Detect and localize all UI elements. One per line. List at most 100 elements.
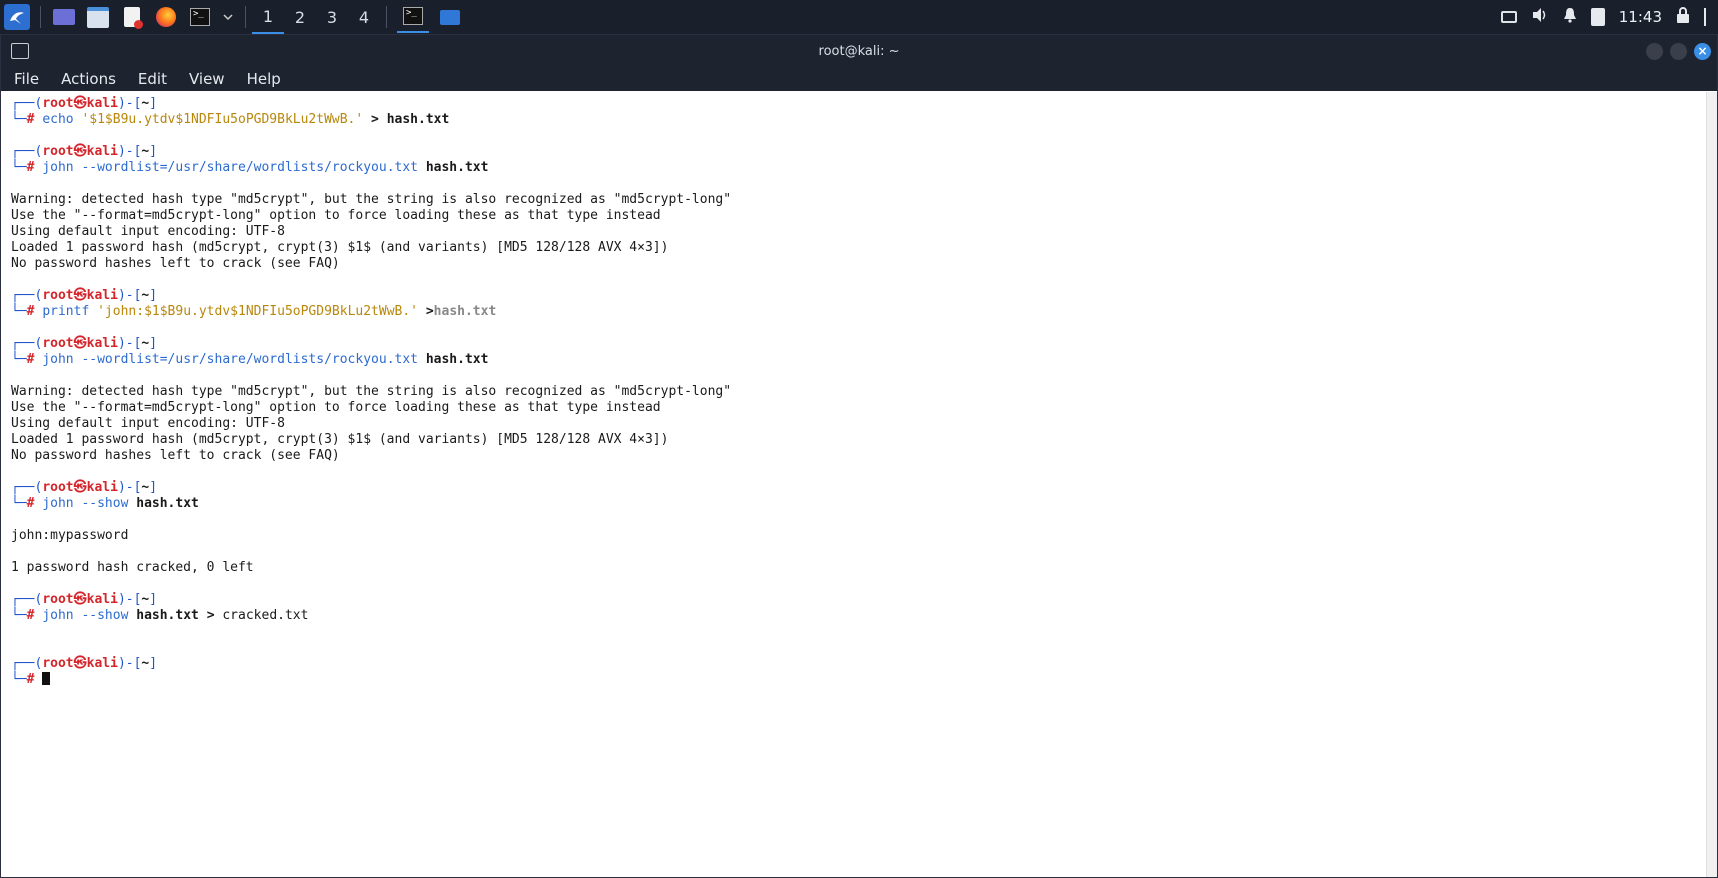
prompt-user-host: root㉿kali (42, 144, 118, 159)
scrollbar[interactable] (1706, 92, 1717, 877)
workspace-3[interactable]: 3 (316, 0, 348, 34)
workspace-2[interactable]: 2 (284, 0, 316, 34)
menu-edit[interactable]: Edit (125, 70, 176, 88)
command-file: hash.txt (136, 608, 199, 623)
menu-actions[interactable]: Actions (48, 70, 125, 88)
prompt-hash: # (26, 352, 43, 367)
desktop-icon[interactable] (51, 4, 77, 30)
command-line: └─# echo '$1$B9u.ytdv$1NDFIu5oPGD9BkLu2t… (11, 112, 1707, 128)
prompt-user-host: root㉿kali (42, 288, 118, 303)
prompt-bracket: ] (149, 592, 158, 607)
clock[interactable]: 11:43 (1619, 8, 1662, 26)
window-titlebar[interactable]: root@kali: ~ × (1, 35, 1717, 67)
volume-icon[interactable] (1531, 7, 1549, 27)
kali-menu-icon[interactable] (4, 4, 30, 30)
prompt-hash: # (26, 112, 43, 127)
maximize-button[interactable] (1670, 42, 1687, 60)
bell-icon[interactable] (1563, 7, 1577, 27)
command-args: --wordlist=/usr/share/wordlists/rockyou.… (81, 352, 418, 367)
prompt-bracket: ┌──( (11, 592, 43, 607)
terminal-window: root@kali: ~ × File Actions Edit View He… (0, 34, 1718, 878)
power-icon[interactable] (1704, 8, 1706, 26)
terminal-task-icon[interactable]: >_ (397, 1, 429, 33)
output-line: Loaded 1 password hash (md5crypt, crypt(… (11, 432, 669, 447)
prompt-bracket: )-[ (117, 480, 142, 495)
output-line: Warning: detected hash type "md5crypt", … (11, 384, 732, 399)
prompt-line: ┌──(root㉿kali)-[~] (11, 336, 1707, 352)
prompt-bracket: ┌──( (11, 144, 43, 159)
prompt-bracket: ] (149, 336, 158, 351)
command-line: └─# john --wordlist=/usr/share/wordlists… (11, 352, 1707, 368)
command-string: '$1$B9u.ytdv$1NDFIu5oPGD9BkLu2tWwB.' (81, 112, 364, 127)
command-args: --show (81, 608, 129, 623)
prompt-line: ┌──(root㉿kali)-[~] (11, 656, 1707, 672)
chevron-down-icon[interactable] (221, 4, 235, 30)
terminal-launcher-icon[interactable]: >_ (187, 4, 213, 30)
output-line: No password hashes left to crack (see FA… (11, 256, 340, 271)
prompt-bracket: ] (149, 288, 158, 303)
workspace-4[interactable]: 4 (348, 0, 380, 34)
prompt-bracket: └─ (11, 672, 27, 687)
command-file: hash.txt (433, 304, 497, 319)
firefox-icon[interactable] (153, 4, 179, 30)
prompt-bracket: )-[ (117, 288, 142, 303)
menu-view[interactable]: View (176, 70, 234, 88)
terminal-window-icon (11, 43, 29, 59)
folder-task-icon[interactable] (437, 4, 463, 30)
terminal-output[interactable]: ┌──(root㉿kali)-[~] └─# echo '$1$B9u.ytdv$… (1, 92, 1707, 877)
workspace-1[interactable]: 1 (252, 0, 284, 34)
terminal-cursor (42, 672, 51, 685)
prompt-line: ┌──(root㉿kali)-[~] (11, 480, 1707, 496)
output-line: Use the "--format=md5crypt-long" option … (11, 400, 661, 415)
taskbar-separator (245, 6, 246, 28)
output-line: Warning: detected hash type "md5crypt", … (11, 192, 732, 207)
prompt-bracket: ] (149, 144, 158, 159)
prompt-hash: # (26, 160, 43, 175)
prompt-bracket: ┌──( (11, 96, 43, 111)
output-line: 1 password hash cracked, 0 left (11, 560, 254, 575)
file-manager-icon[interactable] (85, 4, 111, 30)
lock-icon[interactable] (1676, 7, 1690, 27)
command-args: --wordlist=/usr/share/wordlists/rockyou.… (81, 160, 418, 175)
screen-icon[interactable] (1500, 11, 1517, 23)
command-name: john (42, 496, 74, 511)
minimize-button[interactable] (1646, 42, 1663, 60)
command-name: john (42, 352, 74, 367)
close-button[interactable]: × (1694, 42, 1711, 60)
prompt-bracket: ] (149, 656, 158, 671)
prompt-bracket: └─ (11, 112, 27, 127)
prompt-user-host: root㉿kali (42, 96, 118, 111)
command-line: └─# john --show hash.txt > cracked.txt (11, 608, 1707, 624)
redirect-op: > (371, 112, 379, 127)
command-file: hash.txt (425, 160, 489, 175)
command-name: john (42, 608, 74, 623)
prompt-bracket: )-[ (117, 656, 142, 671)
command-name: printf (42, 304, 90, 319)
redirect-op: > (425, 304, 434, 319)
battery-icon[interactable] (1590, 8, 1605, 26)
prompt-hash: # (26, 672, 43, 687)
prompt-bracket: └─ (11, 608, 27, 623)
prompt-bracket: └─ (11, 496, 27, 511)
command-args: --show (81, 496, 129, 511)
output-file: cracked.txt (222, 608, 309, 623)
menu-file[interactable]: File (1, 70, 48, 88)
prompt-line: ┌──(root㉿kali)-[~] (11, 288, 1707, 304)
command-line: └─# printf 'john:$1$B9u.ytdv$1NDFIu5oPGD… (11, 304, 1707, 320)
window-title: root@kali: ~ (818, 43, 900, 59)
menubar: File Actions Edit View Help (1, 67, 1717, 91)
command-string: 'john:$1$B9u.ytdv$1NDFIu5oPGD9BkLu2tWwB.… (97, 304, 419, 319)
text-editor-icon[interactable] (119, 4, 145, 30)
menu-help[interactable]: Help (234, 70, 290, 88)
prompt-user-host: root㉿kali (42, 480, 118, 495)
